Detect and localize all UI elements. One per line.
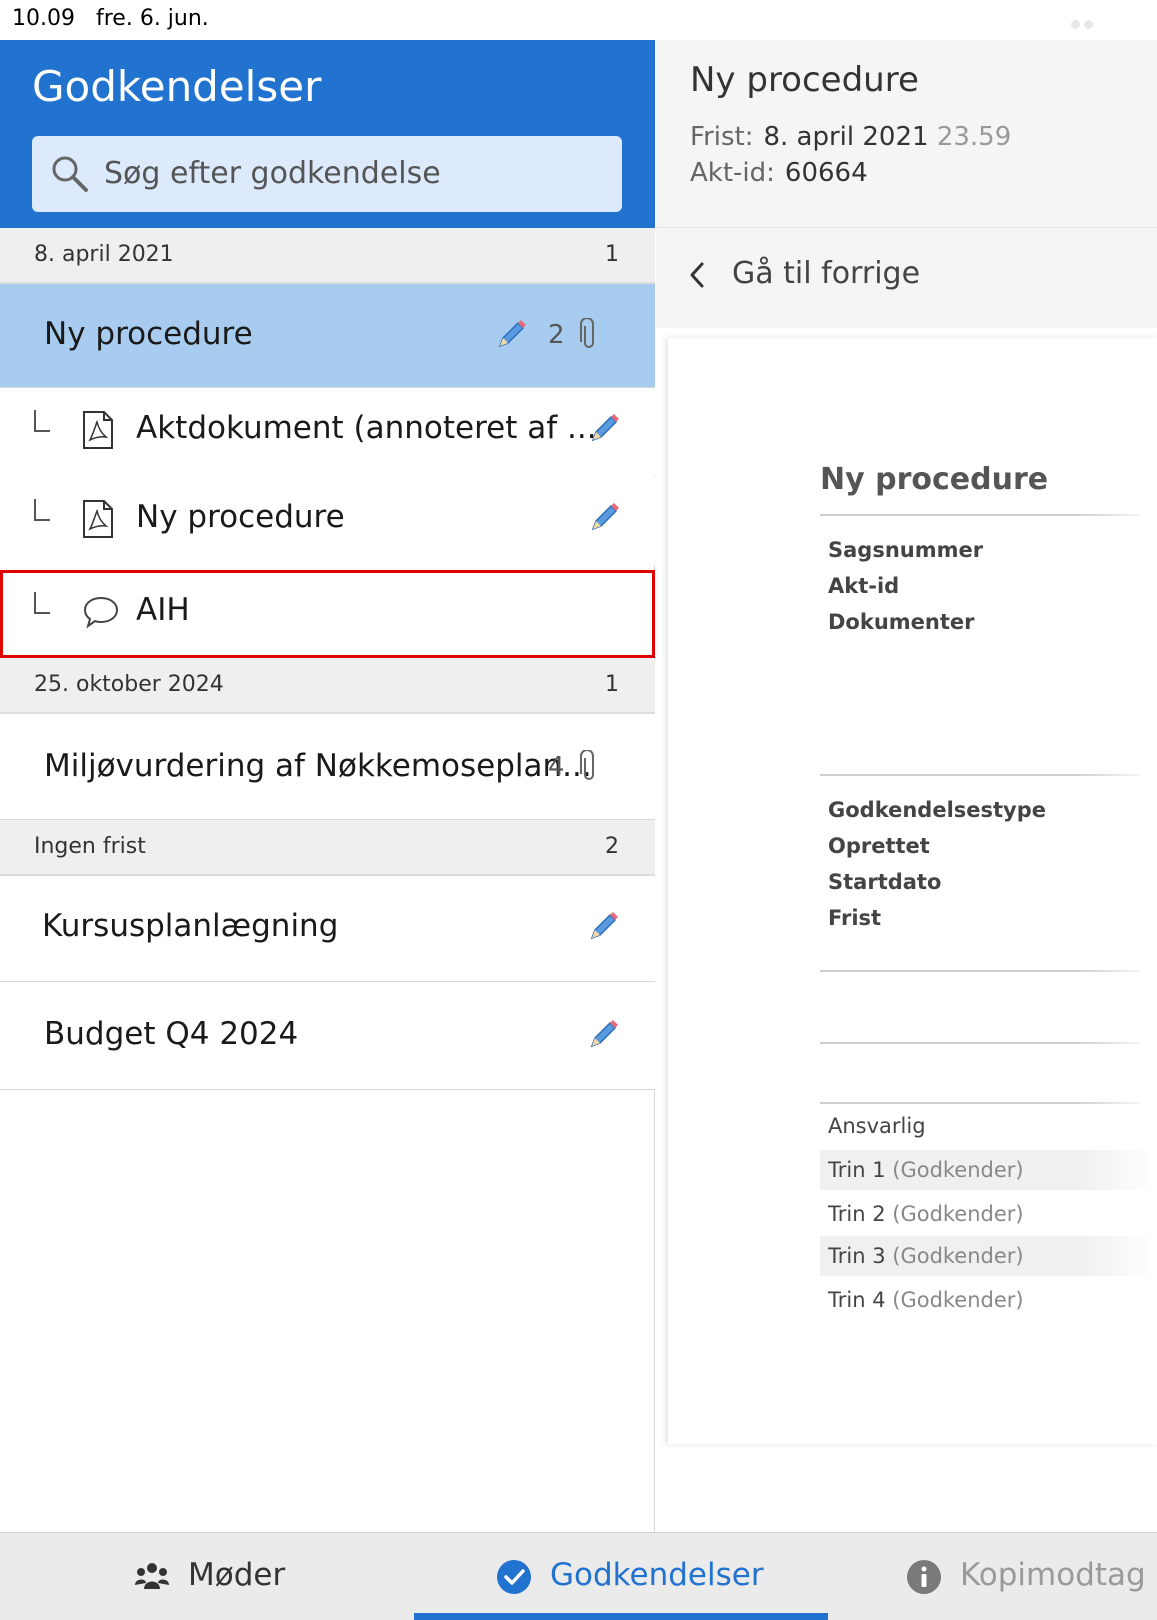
responsible-label: Ansvarlig [828, 1114, 926, 1138]
chevron-left-icon [690, 262, 704, 288]
tree-connector [34, 410, 50, 432]
item-title: Kursusplanlægning [42, 908, 339, 944]
document-title: Ny procedure [820, 462, 1049, 497]
paperclip-icon [580, 750, 594, 780]
deadline-label: Frist: [690, 122, 754, 152]
step-name: Trin 1 [828, 1158, 886, 1182]
field-label: Dokumenter [828, 610, 975, 634]
step-row: Trin 1 (Godkender) [828, 1158, 1024, 1182]
tab-label: Godkendelser [550, 1557, 764, 1593]
field-label: Frist [828, 906, 882, 930]
sub-item-aih-comment[interactable]: AIH [0, 570, 655, 658]
approval-item-miljovurdering[interactable]: Miljøvurdering af Nøkkemoseplan... 4 [0, 714, 655, 820]
document-preview[interactable]: Ny procedure Sagsnummer Akt-id Dokumente… [668, 338, 1157, 1444]
active-tab-indicator [414, 1613, 828, 1620]
deadline-row: Frist: 8. april 2021 23.59 [690, 122, 1011, 152]
group-label: Ingen frist [34, 834, 146, 859]
list-header: Godkendelser Søg efter godkendelse [0, 40, 655, 228]
act-id-value: 60664 [784, 158, 868, 188]
group-count: 1 [605, 672, 619, 697]
group-header-date: 25. oktober 2024 1 [0, 658, 655, 714]
step-role: (Godkender) [892, 1288, 1024, 1312]
search-icon [52, 156, 88, 192]
back-label: Gå til forrige [732, 256, 921, 291]
sub-item-aktdokument[interactable]: Aktdokument (annoteret af ... [0, 388, 655, 476]
page-title: Godkendelser [32, 62, 322, 111]
tab-label: Kopimodtag [960, 1557, 1146, 1593]
step-row: Trin 3 (Godkender) [828, 1244, 1024, 1268]
detail-header: Ny procedure Frist: 8. april 2021 23.59 A… [656, 40, 1157, 228]
attachment-count: 4 [548, 752, 565, 782]
field-label: Oprettet [828, 834, 930, 858]
item-title: Ny procedure [44, 316, 253, 352]
step-role: (Godkender) [892, 1158, 1024, 1182]
step-name: Trin 2 [828, 1202, 886, 1226]
tree-connector [34, 499, 50, 521]
search-input[interactable]: Søg efter godkendelse [32, 136, 622, 212]
step-name: Trin 3 [828, 1244, 886, 1268]
group-label: 8. april 2021 [34, 242, 174, 267]
sub-item-title: AIH [136, 592, 190, 628]
edge-fade [1077, 338, 1157, 1444]
act-id-label: Akt-id: [690, 158, 775, 188]
sub-item-ny-procedure[interactable]: Ny procedure [0, 477, 655, 565]
sub-item-title: Aktdokument (annoteret af ... [136, 410, 597, 446]
info-icon [907, 1560, 941, 1594]
pencil-icon [591, 503, 619, 531]
approval-detail-panel: Ny procedure Frist: 8. april 2021 23.59 A… [656, 40, 1157, 1532]
status-bar: 10.09 fre. 6. jun. [0, 0, 1157, 40]
pencil-icon [498, 320, 526, 348]
pencil-icon [590, 912, 618, 940]
bottom-tab-bar: Møder Godkendelser Kopimodtag [0, 1532, 1157, 1620]
deadline-time: 23.59 [936, 122, 1012, 152]
attachment-count: 2 [548, 320, 565, 350]
group-count: 2 [605, 834, 619, 859]
step-row: Trin 2 (Godkender) [828, 1202, 1024, 1226]
act-id-row: Akt-id: 60664 [690, 158, 868, 188]
back-button[interactable]: Gå til forrige [656, 228, 1157, 328]
item-title: Miljøvurdering af Nøkkemoseplan... [44, 748, 592, 784]
people-icon [135, 1563, 169, 1589]
approvals-list-panel: Godkendelser Søg efter godkendelse 8. ap… [0, 40, 655, 1532]
pdf-document-icon [83, 500, 113, 538]
approval-item-ny-procedure[interactable]: Ny procedure 2 [0, 284, 655, 388]
group-count: 1 [605, 242, 619, 267]
group-label: 25. oktober 2024 [34, 672, 224, 697]
step-role: (Godkender) [892, 1244, 1024, 1268]
paperclip-icon [580, 318, 594, 348]
approval-item-kursusplanlaegning[interactable]: Kursusplanlægning [0, 876, 655, 982]
item-title: Budget Q4 2024 [44, 1016, 299, 1052]
detail-title: Ny procedure [690, 60, 919, 100]
pencil-icon [590, 1020, 618, 1048]
field-label: Sagsnummer [828, 538, 984, 562]
sub-item-title: Ny procedure [136, 499, 345, 535]
multitasking-dots-icon[interactable] [1071, 14, 1097, 29]
status-date: fre. 6. jun. [96, 6, 209, 31]
field-label: Godkendelsestype [828, 798, 1047, 822]
field-label: Akt-id [828, 574, 900, 598]
checkmark-circle-icon [497, 1560, 531, 1594]
field-label: Startdato [828, 870, 942, 894]
deadline-date: 8. april 2021 [763, 122, 929, 152]
step-role: (Godkender) [892, 1202, 1024, 1226]
approval-item-budget[interactable]: Budget Q4 2024 [0, 982, 655, 1090]
tab-label: Møder [188, 1557, 286, 1593]
step-name: Trin 4 [828, 1288, 886, 1312]
pencil-icon [591, 414, 619, 442]
group-header-no-deadline: Ingen frist 2 [0, 820, 655, 876]
step-row: Trin 4 (Godkender) [828, 1288, 1024, 1312]
tree-connector [34, 592, 50, 614]
group-header-date: 8. april 2021 1 [0, 228, 655, 284]
search-placeholder: Søg efter godkendelse [104, 156, 441, 191]
pdf-document-icon [83, 411, 113, 449]
comment-bubble-icon [83, 596, 119, 629]
status-time: 10.09 [12, 6, 75, 31]
